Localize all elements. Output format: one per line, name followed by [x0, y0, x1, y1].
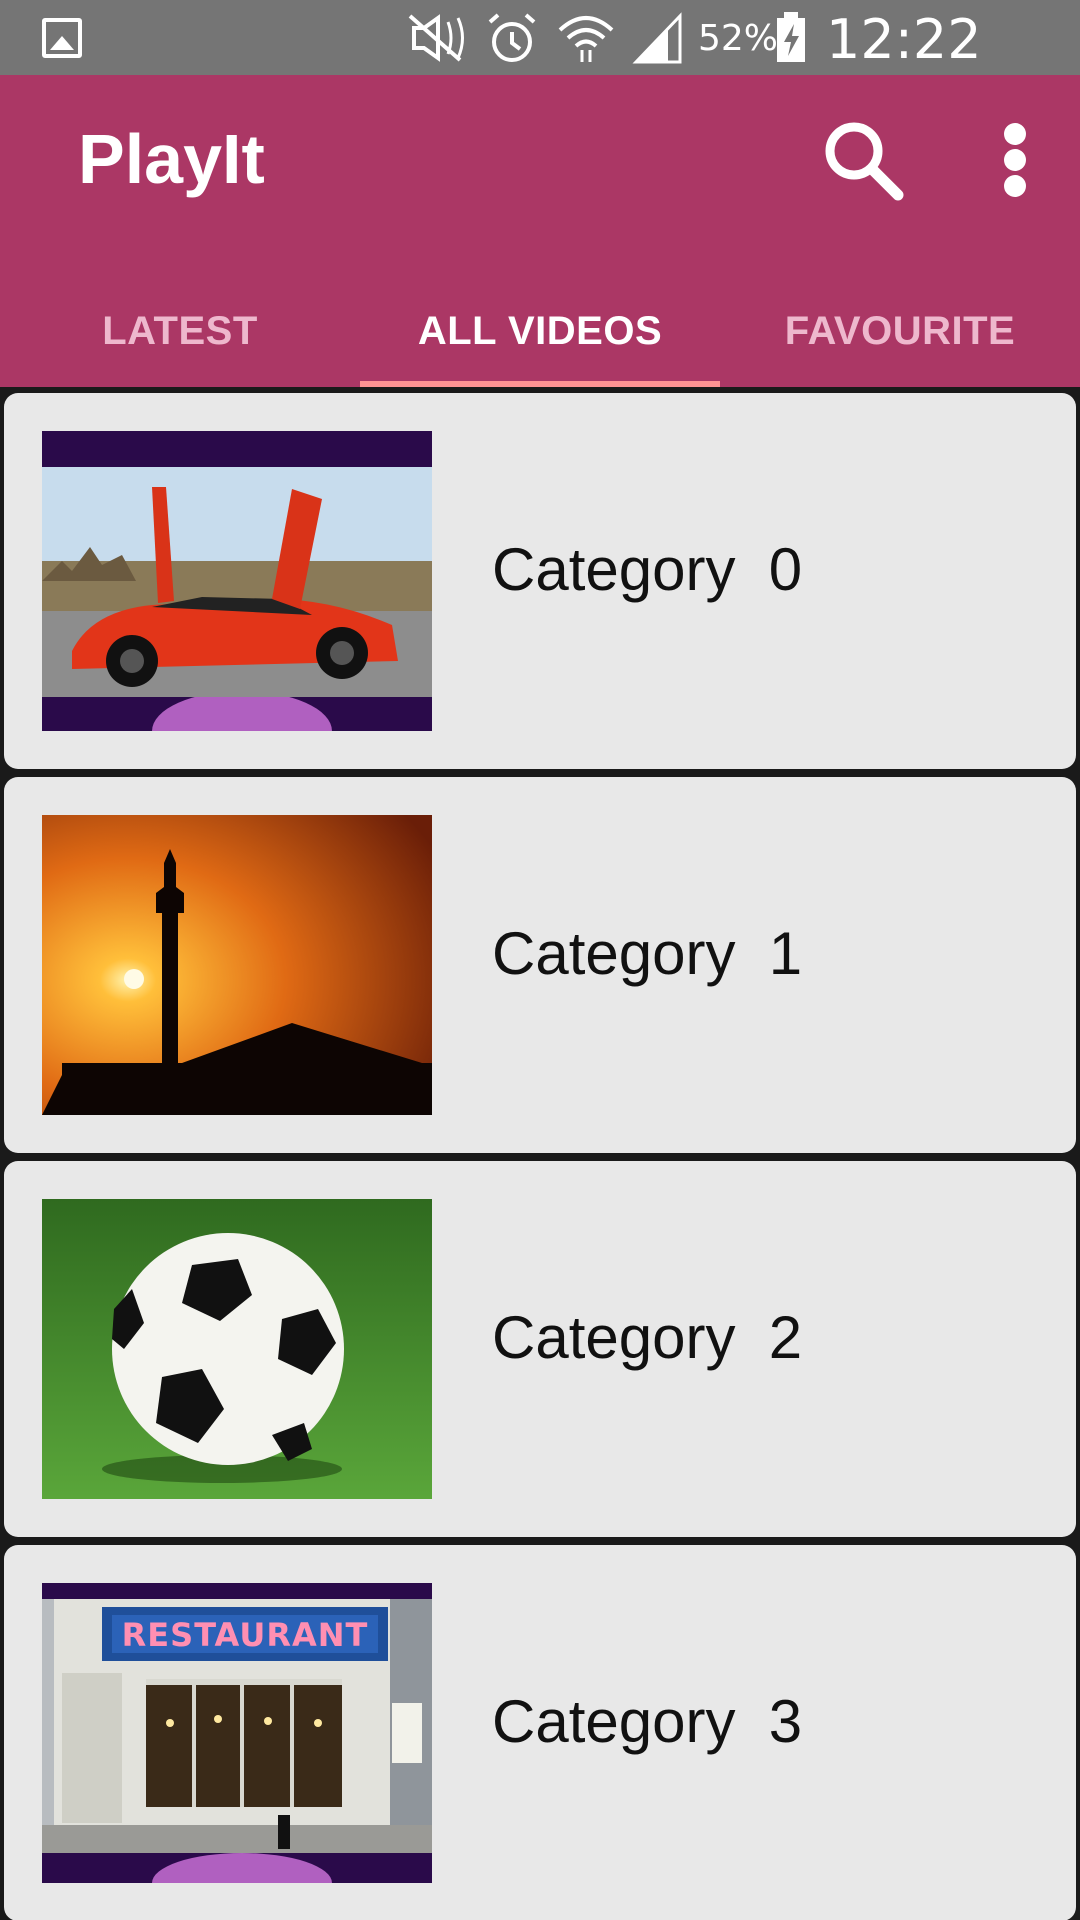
category-label: Category 3: [492, 1688, 803, 1755]
tab-favourite[interactable]: FAVOURITE: [720, 275, 1080, 387]
status-bar: 52% 12:22 pm: [0, 0, 1080, 134]
category-thumbnail: [42, 815, 432, 1115]
more-vert-icon: [1004, 123, 1026, 145]
category-card[interactable]: Category 2: [4, 1161, 1076, 1537]
overflow-menu-button[interactable]: [990, 115, 1040, 205]
category-card[interactable]: Category 1: [4, 777, 1076, 1153]
restaurant-sign-graphic: RESTAURANT: [122, 1616, 369, 1654]
restaurant-thumbnail-image: RESTAURANT: [42, 1583, 432, 1883]
wifi-icon: [558, 16, 614, 62]
category-thumbnail: RESTAURANT: [42, 1583, 432, 1883]
category-label: Category 1: [492, 920, 803, 987]
category-card[interactable]: Category 0: [4, 393, 1076, 769]
alarm-icon: [488, 13, 536, 62]
car-thumbnail-image: [42, 431, 432, 731]
mute-icon: [408, 14, 464, 62]
battery-percent: 52%: [698, 18, 779, 59]
category-label: Category 0: [492, 536, 803, 603]
app-title: PlayIt: [78, 120, 265, 198]
tab-latest[interactable]: LATEST: [0, 275, 360, 387]
minaret-thumbnail-image: [42, 815, 432, 1115]
app-bar: PlayIt LATEST ALL VIDEOS FAVOURITE: [0, 75, 1080, 387]
soccer-ball-thumbnail-image: [42, 1199, 432, 1499]
tab-indicator: [360, 381, 720, 387]
category-label: Category 2: [492, 1304, 803, 1371]
gallery-icon: [42, 18, 82, 58]
battery-charging-icon: [777, 12, 805, 62]
category-thumbnail: [42, 1199, 432, 1499]
category-thumbnail: [42, 431, 432, 731]
category-card[interactable]: RESTAURANT Category 3: [4, 1545, 1076, 1920]
tab-all-videos[interactable]: ALL VIDEOS: [360, 275, 720, 387]
search-button[interactable]: [818, 115, 908, 205]
signal-icon: [632, 12, 682, 64]
tab-bar: LATEST ALL VIDEOS FAVOURITE: [0, 275, 1080, 387]
search-icon: [825, 122, 904, 201]
